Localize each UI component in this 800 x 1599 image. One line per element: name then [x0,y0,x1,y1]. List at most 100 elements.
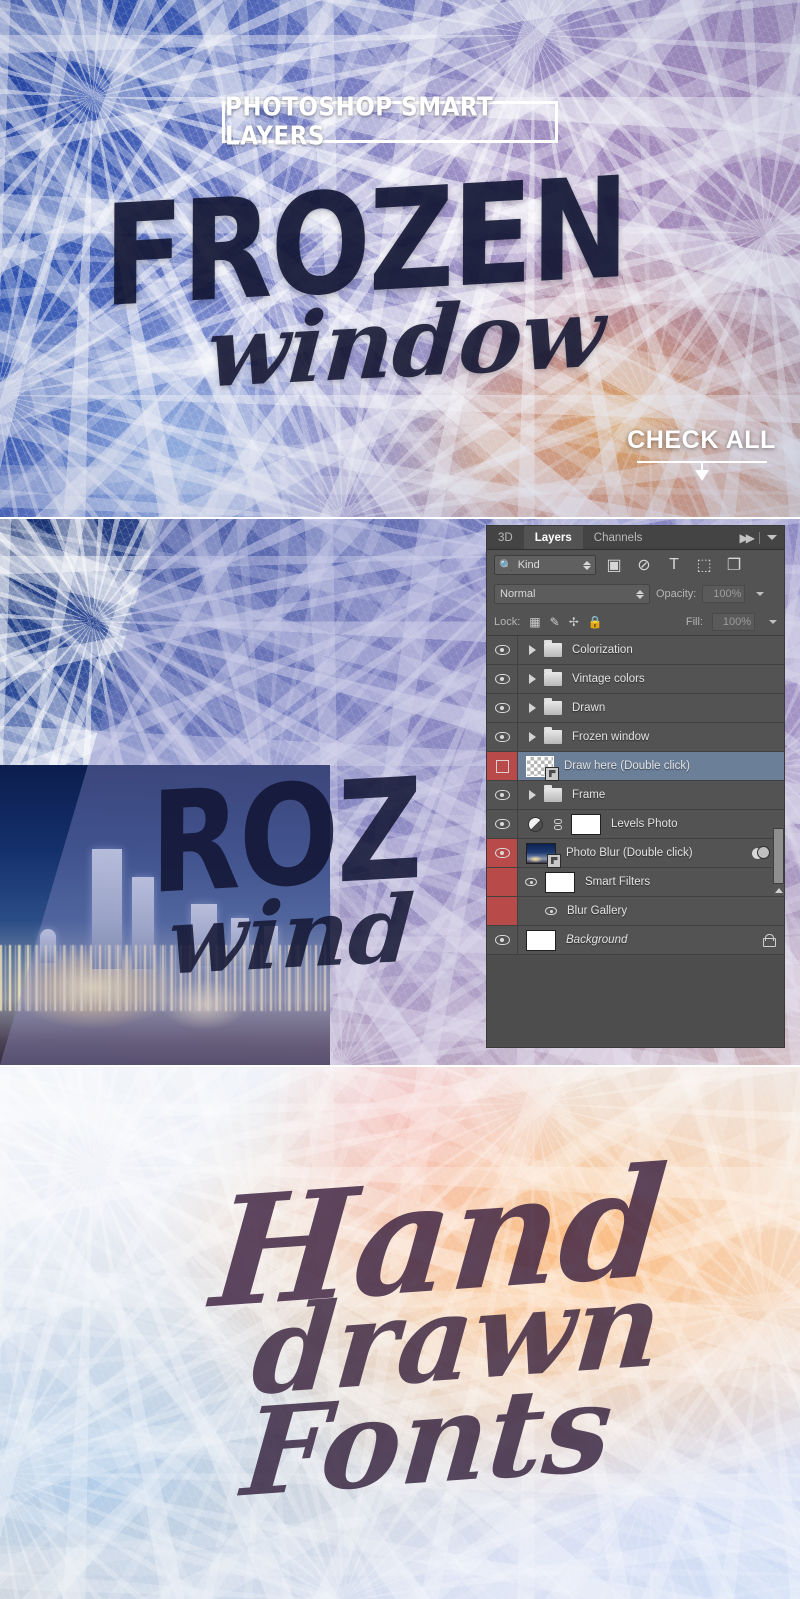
eye-icon [494,819,510,829]
layer-mask-thumbnail[interactable] [571,813,601,835]
blend-mode-select[interactable]: Normal [494,584,650,604]
chevron-updown-icon [636,589,644,599]
folder-icon [544,698,562,715]
promo-page: FROZEN window PHOTOSHOP SMART LAYERS CHE… [0,0,800,1599]
layer-name: Drawn [572,702,606,714]
disclosure-triangle-icon[interactable] [529,790,536,800]
eye-icon [494,790,510,800]
fill-label: Fill: [685,615,703,628]
filter-kind-select[interactable]: 🔍 Kind [494,555,596,575]
tab-divider [759,531,760,544]
type-filter-icon[interactable]: T [662,554,686,576]
panel-tab-controls: ▶▶ [740,526,784,549]
tab-3d[interactable]: 3D [487,526,524,549]
layer-row-drawn[interactable]: Drawn [487,694,784,723]
screenshot-panel: ROZ wind 3D Layers Channels ▶▶ 🔍 Kind ▣ … [0,519,800,1065]
smart-filter-mask-thumbnail[interactable] [545,871,575,893]
layer-visibility-toggle[interactable] [487,868,518,896]
layer-name: Blur Gallery [567,905,628,917]
layer-visibility-toggle[interactable] [487,781,518,809]
layer-row-photo-blur[interactable]: Photo Blur (Double click) [487,839,784,868]
tab-channels[interactable]: Channels [583,526,654,549]
adjustment-layer-icon[interactable] [528,816,543,832]
fill-dropdown-icon[interactable] [769,619,777,624]
folder-icon [544,785,562,802]
eye-icon [494,645,510,655]
lock-label: Lock: [494,615,521,628]
opacity-input[interactable]: 100% [702,585,746,603]
layer-name: Photo Blur (Double click) [566,847,693,859]
layer-visibility-toggle[interactable] [487,752,518,780]
layer-row-blur-gallery[interactable]: Blur Gallery [487,897,784,926]
layer-row-draw-here[interactable]: Draw here (Double click) [487,752,784,781]
layer-name: Smart Filters [585,876,651,888]
link-mask-icon[interactable] [553,817,563,832]
layer-thumbnail-checker[interactable] [526,755,559,781]
layer-visibility-toggle[interactable] [487,839,518,867]
filter-effects-icon[interactable] [752,846,770,860]
layer-name: Frame [572,789,606,801]
layer-visibility-toggle[interactable] [487,926,518,954]
layer-name: Frozen window [572,731,650,743]
eye-icon [494,703,510,713]
disclosure-triangle-icon[interactable] [529,645,536,655]
layer-name: Colorization [572,644,633,656]
eye-icon[interactable] [545,907,557,915]
lock-row: Lock: ▦ ✎ ✢ 🔒 Fill: 100% [487,608,784,636]
layers-list: Colorization Vintage colors Drawn Frozen… [487,636,784,1047]
lock-paint-icon[interactable]: ✎ [550,615,560,629]
layer-row-colorization[interactable]: Colorization [487,636,784,665]
layers-empty-area [487,955,784,1047]
layer-row-vintage-colors[interactable]: Vintage colors [487,665,784,694]
layer-thumbnail-white[interactable] [526,929,556,951]
search-icon: 🔍 [499,559,513,572]
layer-visibility-toggle[interactable] [487,810,518,838]
lock-closed-icon [763,933,776,947]
disclosure-triangle-icon[interactable] [529,703,536,713]
lock-position-icon[interactable]: ✢ [569,615,579,629]
layer-row-frozen-window[interactable]: Frozen window [487,723,784,752]
hero-panel: FROZEN window PHOTOSHOP SMART LAYERS CHE… [0,0,800,517]
arrow-down-icon-stem [700,463,703,470]
layer-visibility-toggle[interactable] [487,723,518,751]
layers-scrollbar[interactable] [773,828,784,884]
layer-visibility-toggle[interactable] [487,665,518,693]
layer-visibility-toggle[interactable] [487,636,518,664]
visibility-off-icon [495,759,509,773]
adjustment-filter-icon[interactable]: ⊘ [632,554,656,576]
disclosure-triangle-icon[interactable] [529,732,536,742]
chevron-double-right-icon[interactable]: ▶▶ [740,531,756,545]
panel-menu-icon[interactable] [767,535,777,540]
photoshop-layers-panel: 3D Layers Channels ▶▶ 🔍 Kind ▣ ⊘ T ⬚ ❐ N… [487,526,784,1047]
lock-transparency-icon[interactable]: ▦ [529,615,540,629]
layer-row-smart-filters[interactable]: Smart Filters [487,868,784,897]
layer-thumbnail-photo[interactable] [526,842,561,868]
mid-headline-bottom: wind [164,874,418,996]
scroll-up-arrow-icon[interactable] [773,884,784,896]
opacity-dropdown-icon[interactable] [756,592,765,596]
check-all-label: CHECK ALL [627,426,776,454]
eye-icon[interactable] [525,878,537,886]
image-filter-icon[interactable]: ▣ [602,554,626,576]
opacity-label: Opacity: [656,588,697,600]
smart-object-filter-icon[interactable]: ❐ [722,554,746,576]
eye-icon [494,674,510,684]
disclosure-triangle-icon[interactable] [529,674,536,684]
check-all-cta[interactable]: CHECK ALL [627,426,776,481]
shape-filter-icon[interactable]: ⬚ [692,554,716,576]
folder-icon [544,727,562,744]
filter-kind-label: Kind [517,559,540,571]
fill-input[interactable]: 100% [712,612,755,631]
layer-row-levels-photo[interactable]: Levels Photo [487,810,784,839]
tab-layers[interactable]: Layers [523,526,583,549]
layer-visibility-toggle[interactable] [487,897,518,925]
blend-mode-value: Normal [500,588,536,600]
product-title-badge: PHOTOSHOP SMART LAYERS [222,93,558,151]
layer-name: Levels Photo [611,818,678,830]
smart-object-badge-icon [547,853,561,868]
layer-visibility-toggle[interactable] [487,694,518,722]
lock-all-icon[interactable]: 🔒 [588,615,603,629]
layer-row-background[interactable]: Background [487,926,784,955]
layer-row-frame[interactable]: Frame [487,781,784,810]
folder-icon [544,640,562,657]
